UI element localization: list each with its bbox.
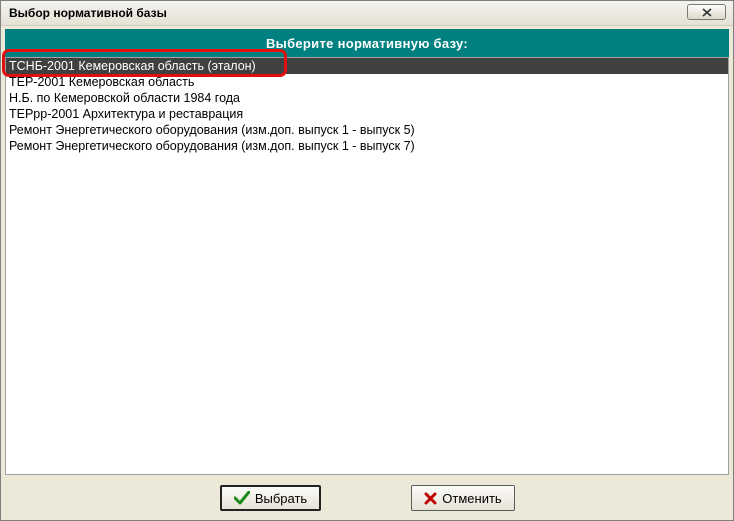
list-item[interactable]: Ремонт Энергетического оборудования (изм…	[6, 122, 728, 138]
window-title: Выбор нормативной базы	[9, 6, 167, 20]
select-button[interactable]: Выбрать	[220, 485, 321, 511]
close-icon	[701, 7, 712, 17]
list-item-label: Н.Б. по Кемеровской области 1984 года	[9, 91, 241, 105]
title-bar[interactable]: Выбор нормативной базы	[1, 1, 733, 26]
list-item[interactable]: ТЕРрр-2001 Архитектура и реставрация	[6, 106, 728, 122]
list-item-label: ТЕРрр-2001 Архитектура и реставрация	[9, 107, 244, 121]
x-mark-icon	[424, 492, 437, 505]
list-item[interactable]: ТСНБ-2001 Кемеровская область (эталон)	[6, 58, 728, 74]
button-bar: Выбрать Отменить	[1, 475, 733, 521]
list-item[interactable]: ТЕР-2001 Кемеровская область	[6, 74, 728, 90]
list-item[interactable]: Н.Б. по Кемеровской области 1984 года	[6, 90, 728, 106]
cancel-button[interactable]: Отменить	[411, 485, 515, 511]
cancel-button-label: Отменить	[442, 490, 502, 506]
list-heading: Выберите нормативную базу:	[5, 29, 729, 57]
list-item[interactable]: Ремонт Энергетического оборудования (изм…	[6, 138, 728, 154]
list-item-label: ТСНБ-2001 Кемеровская область (эталон)	[9, 59, 256, 73]
list-item-label: Ремонт Энергетического оборудования (изм…	[9, 123, 415, 137]
list-item-label: ТЕР-2001 Кемеровская область	[9, 75, 195, 89]
select-button-label: Выбрать	[254, 490, 308, 506]
checkmark-icon	[233, 491, 250, 505]
close-button[interactable]	[687, 4, 726, 20]
normative-base-list[interactable]: ТСНБ-2001 Кемеровская область (эталон) Т…	[5, 57, 729, 475]
list-item-label: Ремонт Энергетического оборудования (изм…	[9, 139, 415, 153]
dialog-window: Выбор нормативной базы Выберите норматив…	[0, 0, 734, 521]
